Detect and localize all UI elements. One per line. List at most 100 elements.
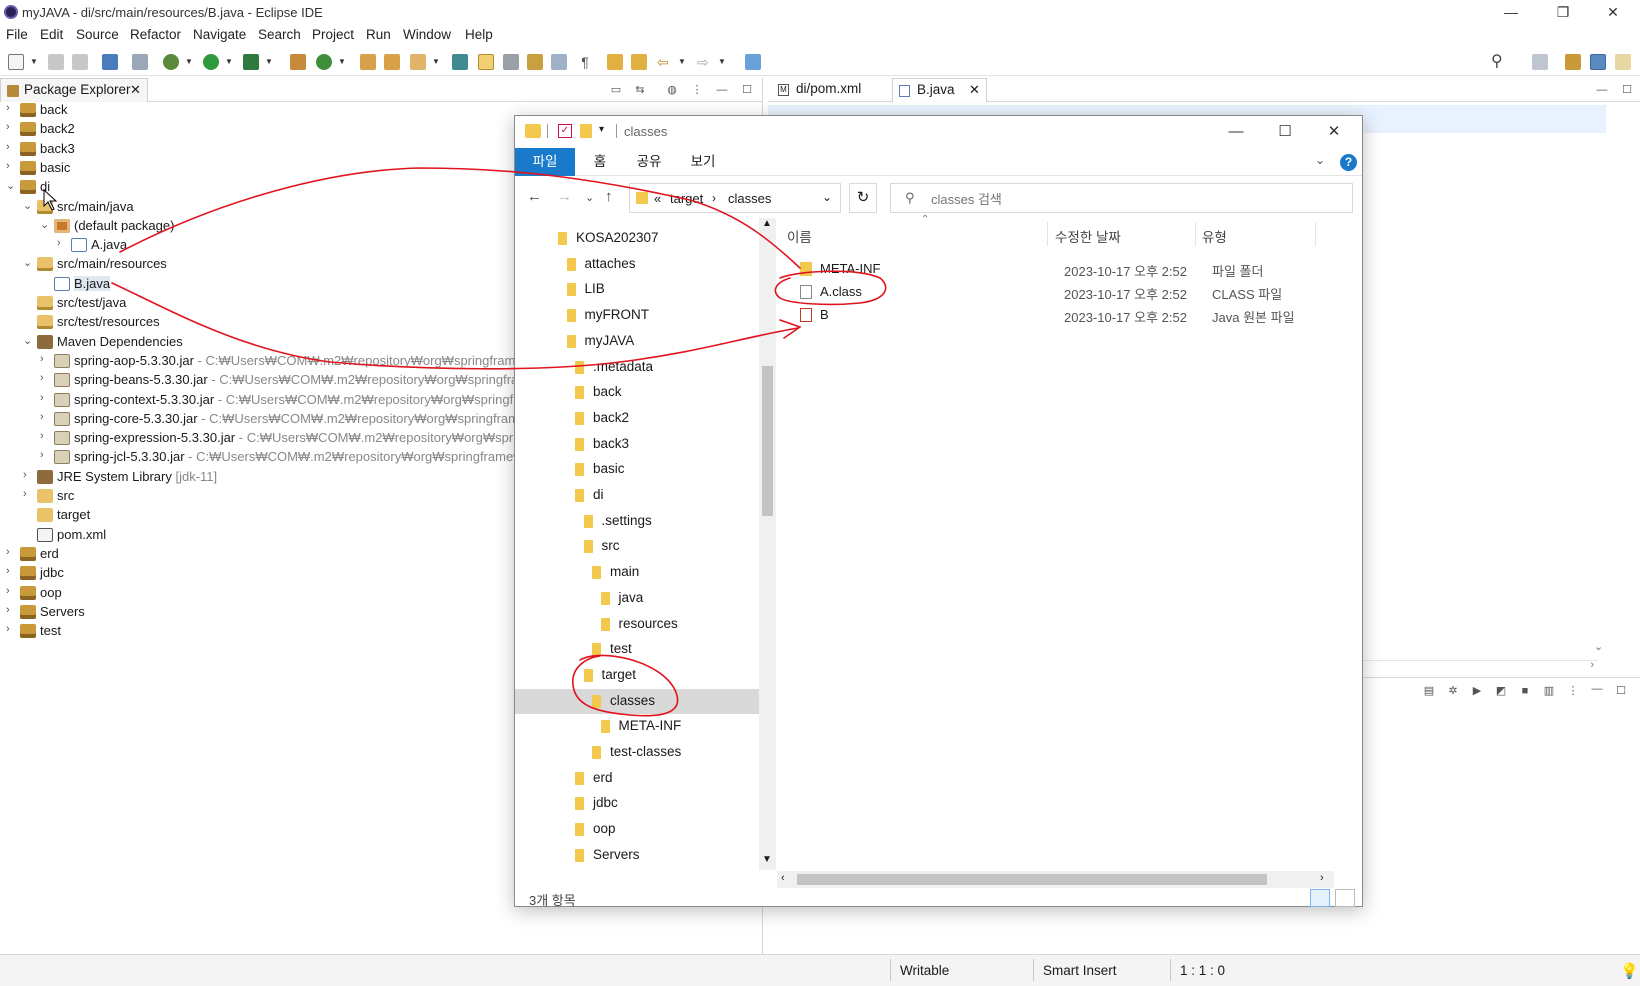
terminate-icon[interactable]: ■: [1518, 684, 1532, 698]
chevron-right-icon[interactable]: ›: [40, 449, 52, 461]
new-class-dropdown-icon[interactable]: ▼: [338, 57, 346, 66]
debug-perspective-icon[interactable]: [1615, 54, 1631, 70]
debug-icon[interactable]: [163, 54, 179, 70]
tab-b-java[interactable]: B.java ✕: [892, 78, 987, 102]
large-icons-view-icon[interactable]: [1335, 889, 1355, 907]
chevron-right-icon[interactable]: ›: [40, 392, 52, 404]
open-perspective-icon[interactable]: [1532, 54, 1548, 70]
console-icon[interactable]: [102, 54, 118, 70]
menu-refactor[interactable]: Refactor: [130, 27, 181, 42]
breadcrumb-overflow[interactable]: «: [654, 191, 661, 206]
save-all-icon[interactable]: [72, 54, 88, 70]
new-dropdown-icon[interactable]: ▼: [30, 57, 38, 66]
scroll-up-icon[interactable]: ▲: [762, 218, 772, 229]
breadcrumb-classes[interactable]: classes: [728, 191, 771, 206]
column-header-type[interactable]: 유형: [1202, 226, 1227, 246]
toggle-block-selection-icon[interactable]: [503, 54, 519, 70]
nav-tree-item[interactable]: attaches: [515, 252, 759, 277]
explorer-minimize-button[interactable]: —: [1218, 120, 1254, 144]
nav-tree-item[interactable]: java: [515, 586, 759, 611]
view-menu-icon[interactable]: ⋮: [690, 83, 704, 97]
chevron-right-icon[interactable]: ›: [6, 141, 18, 153]
menu-source[interactable]: Source: [76, 27, 119, 42]
collapse-all-icon[interactable]: ▭: [609, 83, 623, 97]
new-folder-icon[interactable]: [580, 124, 592, 138]
nav-tree-item[interactable]: di: [515, 483, 759, 508]
chevron-right-icon[interactable]: ›: [6, 546, 18, 558]
run-dropdown-icon[interactable]: ▼: [225, 57, 233, 66]
navigation-pane-scrollbar[interactable]: ▲ ▼: [759, 218, 776, 870]
chevron-right-icon[interactable]: ›: [23, 469, 35, 481]
chevron-down-icon[interactable]: ⌄: [6, 179, 18, 192]
maximize-view-icon[interactable]: ☐: [740, 83, 754, 97]
skip-breakpoints-icon[interactable]: [132, 54, 148, 70]
minimize-view-icon[interactable]: —: [715, 83, 729, 97]
new-file-icon[interactable]: [8, 54, 24, 70]
save-icon[interactable]: [48, 54, 64, 70]
nav-tree-item[interactable]: basic: [515, 457, 759, 482]
maximize-editor-icon[interactable]: ☐: [1620, 83, 1634, 97]
scroll-right-icon[interactable]: ›: [1590, 659, 1594, 671]
column-separator[interactable]: [1047, 222, 1048, 246]
chevron-right-icon[interactable]: ›: [57, 237, 69, 249]
chevron-right-icon[interactable]: ›: [6, 604, 18, 616]
java-ee-perspective-icon[interactable]: [1565, 54, 1581, 70]
chevron-down-icon[interactable]: ⌄: [40, 218, 52, 231]
menu-window[interactable]: Window: [403, 27, 451, 42]
file-row[interactable]: B 2023-10-17 오후 2:52 Java 원본 파일: [785, 304, 1345, 326]
nav-tree-item[interactable]: .settings: [515, 509, 759, 534]
ribbon-tab-view[interactable]: 보기: [681, 148, 725, 176]
chevron-down-icon[interactable]: ⌄: [23, 334, 35, 347]
search-input[interactable]: [931, 189, 1331, 209]
search-icon[interactable]: ⚲: [1491, 54, 1507, 70]
properties-icon[interactable]: ✓: [558, 124, 572, 138]
chevron-right-icon[interactable]: ›: [6, 121, 18, 133]
back-dropdown-icon[interactable]: ▼: [678, 57, 686, 66]
link-with-editor-icon[interactable]: ⇆: [633, 83, 647, 97]
menu-navigate[interactable]: Navigate: [193, 27, 246, 42]
back-icon[interactable]: ⇦: [657, 54, 673, 70]
run-icon[interactable]: [203, 54, 219, 70]
menu-edit[interactable]: Edit: [40, 27, 63, 42]
nav-tree-item[interactable]: LIB: [515, 277, 759, 302]
next-annotation-icon[interactable]: [452, 54, 468, 70]
column-separator[interactable]: [1315, 222, 1316, 246]
nav-tree-item[interactable]: jdbc: [515, 791, 759, 816]
nav-tree-item[interactable]: myJAVA: [515, 329, 759, 354]
forward-dropdown-icon[interactable]: ▼: [718, 57, 726, 66]
chevron-right-icon[interactable]: ›: [40, 430, 52, 442]
recent-locations-icon[interactable]: ⌄: [585, 191, 594, 204]
nav-tree-item[interactable]: Servers: [515, 843, 759, 868]
coverage-dropdown-icon[interactable]: ▼: [265, 57, 273, 66]
nav-tree-item[interactable]: test-classes: [515, 740, 759, 765]
ribbon-tab-file[interactable]: 파일: [515, 148, 575, 176]
minimize-button[interactable]: —: [1488, 0, 1534, 25]
close-icon[interactable]: ✕: [969, 82, 980, 98]
nav-tree-item[interactable]: back3: [515, 432, 759, 457]
chevron-right-icon[interactable]: ›: [40, 372, 52, 384]
search-box[interactable]: ⚲: [890, 183, 1353, 213]
nav-tree-item[interactable]: back2: [515, 406, 759, 431]
close-button[interactable]: ✕: [1590, 0, 1636, 25]
nav-tree-item[interactable]: resources: [515, 612, 759, 637]
file-row[interactable]: A.class 2023-10-17 오후 2:52 CLASS 파일: [785, 281, 1345, 303]
nav-tree-item[interactable]: main: [515, 560, 759, 585]
maximize-panel-icon[interactable]: ☐: [1614, 684, 1628, 698]
open-task-icon[interactable]: [384, 54, 400, 70]
coverage-icon[interactable]: [243, 54, 259, 70]
stop-icon[interactable]: ◩: [1494, 684, 1508, 698]
column-header-date[interactable]: 수정한 날짜: [1055, 226, 1121, 246]
nav-tree-item[interactable]: META-INF: [515, 714, 759, 739]
open-type-icon[interactable]: [360, 54, 376, 70]
panel-menu-icon[interactable]: ⋮: [1566, 684, 1580, 698]
nav-tree-item[interactable]: src: [515, 534, 759, 559]
scroll-right-icon[interactable]: ›: [1320, 872, 1324, 884]
scroll-down-icon[interactable]: ▼: [762, 854, 772, 865]
restore-button[interactable]: ❐: [1540, 0, 1586, 25]
run-view-icon[interactable]: ▶: [1470, 684, 1484, 698]
word-wrap-icon[interactable]: [551, 54, 567, 70]
menu-search[interactable]: Search: [258, 27, 301, 42]
ribbon-tab-share[interactable]: 공유: [627, 148, 671, 176]
breadcrumb-separator-icon[interactable]: ›: [712, 191, 716, 205]
chevron-right-icon[interactable]: ›: [40, 411, 52, 423]
